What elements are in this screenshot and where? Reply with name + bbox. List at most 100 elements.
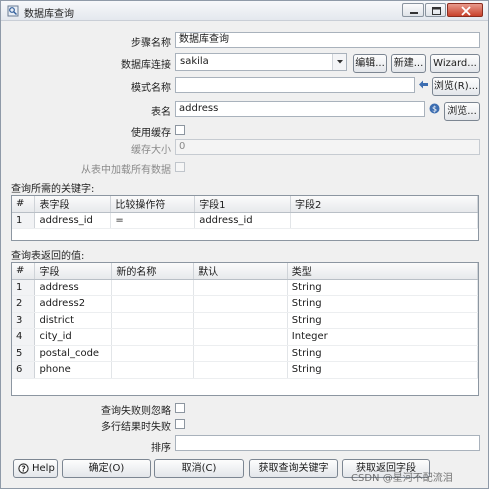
row-number: 4 — [12, 328, 36, 346]
table-cell[interactable] — [193, 328, 288, 346]
maximize-icon — [432, 7, 441, 15]
returns-col-header[interactable]: 类型 — [287, 263, 478, 280]
connection-select[interactable]: sakila — [175, 53, 347, 71]
connection-value: sakila — [180, 56, 209, 67]
table-cell[interactable] — [111, 345, 195, 362]
table-cell[interactable] — [193, 345, 288, 362]
multi-fail-label: 多行结果时失败 — [101, 422, 171, 433]
schema-input[interactable] — [175, 77, 415, 93]
variable-icon — [419, 80, 428, 89]
keys-table[interactable]: # 表字段 比较操作符 字段1 字段2 1 address_id = addre… — [11, 195, 479, 241]
table-cell[interactable] — [111, 295, 195, 313]
row-number: 5 — [12, 345, 36, 362]
ok-button[interactable]: 确定(O) — [62, 459, 151, 478]
keys-section-label: 查询所需的关键字: — [11, 184, 95, 195]
table-cell[interactable]: city_id — [34, 328, 113, 346]
edit-connection-button[interactable]: 编辑... — [353, 54, 387, 73]
maximize-button[interactable] — [425, 3, 446, 17]
browse-schema-button[interactable]: 浏览(R)... — [432, 77, 480, 96]
wizard-button[interactable]: Wizard... — [430, 54, 480, 73]
title-bar: 数据库查询 — [1, 1, 488, 21]
order-input[interactable] — [175, 435, 480, 451]
row-number: 6 — [12, 361, 36, 379]
svg-text:$: $ — [432, 104, 437, 113]
returns-header-row: # 字段 新的名称 默认 类型 — [12, 263, 478, 280]
table-input[interactable]: address — [175, 101, 425, 117]
returns-col-header[interactable]: 默认 — [193, 263, 288, 280]
keys-header-row: # 表字段 比较操作符 字段1 字段2 — [12, 196, 478, 213]
load-all-label: 从表中加载所有数据 — [81, 165, 171, 176]
table-row[interactable]: 1 address_id = address_id — [12, 212, 478, 229]
table-cell[interactable] — [111, 312, 195, 329]
help-button[interactable]: ? Help — [13, 459, 58, 478]
close-button[interactable] — [447, 3, 483, 17]
returns-col-header[interactable]: 新的名称 — [111, 263, 195, 280]
get-keys-button[interactable]: 获取查询关键字 — [249, 459, 338, 478]
ignore-fail-label: 查询失败则忽略 — [101, 406, 171, 417]
returns-table[interactable]: # 字段 新的名称 默认 类型 1 address String 2 addre… — [11, 262, 479, 396]
table-cell[interactable]: String — [287, 345, 478, 362]
table-cell[interactable]: String — [287, 279, 478, 296]
row-number: 3 — [12, 312, 36, 329]
browse-table-button[interactable]: 浏览... — [444, 102, 480, 121]
table-row[interactable]: 2 address2 String — [12, 295, 478, 313]
table-row[interactable]: 3 district String — [12, 312, 478, 329]
table-cell[interactable] — [193, 361, 288, 379]
load-all-checkbox[interactable] — [175, 162, 185, 172]
schema-label: 模式名称 — [131, 83, 171, 94]
new-connection-button[interactable]: 新建... — [391, 54, 426, 73]
table-cell[interactable]: postal_code — [34, 345, 113, 362]
table-row[interactable]: 1 address String — [12, 279, 478, 296]
table-cell[interactable]: address_id — [34, 212, 112, 229]
table-cell[interactable] — [193, 279, 288, 296]
keys-col-header[interactable]: # — [12, 196, 36, 213]
cancel-button[interactable]: 取消(C) — [154, 459, 244, 478]
table-cell[interactable]: address — [34, 279, 113, 296]
table-cell[interactable]: district — [34, 312, 113, 329]
table-cell[interactable]: Integer — [287, 328, 478, 346]
cache-size-input[interactable]: 0 — [175, 139, 480, 155]
returns-col-header[interactable]: 字段 — [34, 263, 113, 280]
table-cell[interactable]: address_id — [194, 212, 291, 229]
keys-grid: # 表字段 比较操作符 字段1 字段2 1 address_id = addre… — [12, 196, 478, 229]
table-cell[interactable] — [193, 312, 288, 329]
dialog-window: 数据库查询 步骤名称 数据库查询 数据库连接 sakila 编辑... 新建..… — [0, 0, 489, 489]
table-row[interactable]: 5 postal_code String — [12, 345, 478, 362]
table-cell[interactable] — [111, 328, 195, 346]
keys-col-header[interactable]: 表字段 — [34, 196, 112, 213]
order-label: 排序 — [151, 443, 171, 454]
table-row[interactable]: 4 city_id Integer — [12, 328, 478, 346]
close-icon — [461, 6, 471, 16]
keys-col-header[interactable]: 字段2 — [290, 196, 478, 213]
table-cell[interactable] — [111, 361, 195, 379]
table-cell[interactable]: phone — [34, 361, 113, 379]
row-number: 2 — [12, 295, 36, 313]
returns-section-label: 查询表返回的值: — [11, 251, 85, 262]
row-number: 1 — [12, 279, 36, 296]
table-cell[interactable] — [193, 295, 288, 313]
database-lookup-icon — [7, 5, 19, 17]
help-icon: ? — [18, 463, 29, 474]
minimize-button[interactable] — [402, 3, 424, 17]
minimize-icon — [410, 12, 418, 14]
table-row[interactable]: 6 phone String — [12, 361, 478, 379]
table-cell[interactable]: String — [287, 312, 478, 329]
table-cell[interactable]: String — [287, 361, 478, 379]
keys-col-header[interactable]: 比较操作符 — [110, 196, 196, 213]
step-name-input[interactable]: 数据库查询 — [175, 32, 480, 48]
multi-fail-checkbox[interactable] — [175, 419, 185, 429]
returns-col-header[interactable]: # — [12, 263, 36, 280]
row-number: 1 — [12, 212, 36, 229]
table-cell[interactable]: address2 — [34, 295, 113, 313]
table-cell[interactable] — [111, 279, 195, 296]
watermark: CSDN @星河不配流泪 — [351, 473, 453, 484]
help-label: Help — [32, 463, 55, 474]
keys-col-header[interactable]: 字段1 — [194, 196, 291, 213]
table-cell[interactable]: = — [110, 212, 196, 229]
ignore-fail-checkbox[interactable] — [175, 403, 185, 413]
table-cell[interactable]: String — [287, 295, 478, 313]
step-name-label: 步骤名称 — [131, 38, 171, 49]
window-title: 数据库查询 — [24, 9, 74, 20]
table-cell[interactable] — [290, 212, 478, 229]
cache-checkbox[interactable] — [175, 125, 185, 135]
